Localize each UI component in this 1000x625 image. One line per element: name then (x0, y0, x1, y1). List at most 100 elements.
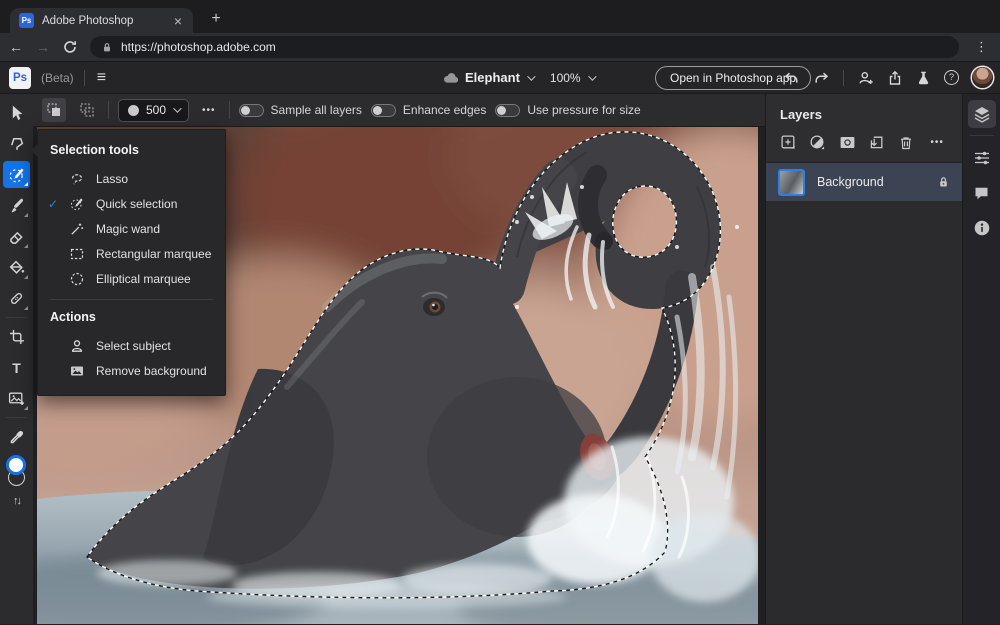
info-rail-icon[interactable] (968, 214, 996, 242)
layers-more-icon[interactable]: ••• (926, 137, 948, 148)
new-layer-icon[interactable] (780, 134, 797, 151)
add-image-tool[interactable] (3, 385, 30, 412)
brush-tool[interactable] (3, 192, 30, 219)
type-tool[interactable]: T (3, 354, 30, 381)
quick-selection-tool[interactable] (3, 161, 30, 188)
fill-tool[interactable] (3, 254, 30, 281)
new-tab-button[interactable]: + (206, 9, 226, 29)
browser-address-bar: ← → https://photoshop.adobe.com ⋮ (0, 33, 1000, 62)
foreground-color-well[interactable] (6, 455, 26, 475)
browser-menu-icon[interactable]: ⋮ (972, 39, 991, 55)
lasso-icon (69, 171, 96, 187)
refresh-icon[interactable] (63, 40, 77, 54)
chevron-down-icon (587, 71, 597, 81)
brush-tip-icon (128, 104, 139, 116)
rectangular-marquee-icon (69, 246, 96, 262)
check-icon: ✓ (48, 196, 59, 211)
lasso-tool[interactable] (3, 130, 30, 157)
divider (83, 69, 85, 86)
quick-selection-icon (69, 196, 96, 212)
crop-tool[interactable] (3, 323, 30, 350)
tab-close-icon[interactable]: × (172, 14, 184, 28)
document-selector[interactable]: Elephant 100% (441, 70, 597, 85)
tab-title: Adobe Photoshop (42, 14, 134, 27)
beaker-icon[interactable] (916, 70, 931, 86)
redo-icon[interactable] (813, 70, 830, 86)
menu-item-magic-wand[interactable]: Magic wand (38, 216, 225, 241)
document-name: Elephant (465, 70, 520, 85)
flyout-title: Selection tools (50, 143, 139, 157)
healing-tool[interactable] (3, 285, 30, 312)
tool-bar: T ↑↓ (0, 94, 33, 624)
layers-panel-title: Layers (780, 107, 822, 122)
menu-item-lasso[interactable]: Lasso (38, 166, 225, 191)
layer-name: Background (817, 175, 884, 189)
flyout-indicator (24, 244, 28, 248)
comments-rail-icon[interactable] (968, 179, 996, 207)
select-subject-icon (69, 338, 96, 354)
toggle-track[interactable] (495, 103, 521, 117)
enhance-edges-toggle[interactable]: Enhance edges (370, 103, 486, 117)
add-to-selection-icon[interactable] (42, 98, 66, 122)
subtract-from-selection-icon[interactable] (75, 98, 99, 122)
flyout-indicator (24, 406, 28, 410)
arrange-layer-icon[interactable] (868, 134, 885, 151)
divider (228, 101, 230, 119)
url-field[interactable]: https://photoshop.adobe.com (90, 36, 959, 58)
toggle-track[interactable] (238, 103, 264, 117)
brush-size-value: 500 (146, 103, 167, 117)
invite-people-icon[interactable] (857, 70, 874, 86)
menu-separator (50, 299, 213, 300)
menu-item-select-subject[interactable]: Select subject (38, 333, 225, 358)
move-tool[interactable] (3, 99, 30, 126)
undo-icon[interactable] (783, 70, 800, 86)
layers-panel: Layers ••• Background (765, 94, 962, 624)
app-header: Ps (Beta) ≡ Elephant 100% Open in Photos… (0, 62, 1000, 94)
adjustment-layer-icon[interactable] (809, 134, 826, 151)
eraser-tool[interactable] (3, 223, 30, 250)
sample-all-layers-toggle[interactable]: Sample all layers (238, 103, 362, 117)
layers-actions: ••• (766, 133, 962, 162)
zoom-level: 100% (549, 70, 581, 85)
layers-rail-icon[interactable] (967, 100, 996, 128)
layer-row-background[interactable]: Background (766, 163, 962, 201)
menu-item-quick-selection[interactable]: ✓ Quick selection (38, 191, 225, 216)
swap-colors-icon[interactable]: ↑↓ (3, 492, 30, 510)
selection-tools-flyout: Selection tools Lasso ✓ Quick selection … (37, 129, 226, 396)
color-wells[interactable] (3, 455, 30, 489)
flyout-indicator (24, 213, 28, 217)
adjustments-rail-icon[interactable] (968, 144, 996, 172)
magic-wand-icon (69, 221, 96, 237)
delete-layer-icon[interactable] (898, 135, 914, 151)
chevron-down-icon (527, 71, 536, 81)
use-pressure-toggle[interactable]: Use pressure for size (495, 103, 641, 117)
toolbar-separator (6, 417, 27, 418)
more-options-icon[interactable]: ••• (198, 105, 220, 116)
help-icon[interactable]: ? (944, 70, 959, 85)
photoshop-logo: Ps (9, 66, 31, 89)
forward-icon[interactable]: → (36, 40, 50, 54)
layer-lock-icon[interactable] (937, 175, 950, 189)
browser-tab-strip: Ps Adobe Photoshop × + (0, 0, 1000, 33)
url-text: https://photoshop.adobe.com (121, 40, 276, 54)
layer-thumbnail[interactable] (778, 168, 805, 196)
eyedropper-tool[interactable] (3, 423, 30, 450)
menu-item-rectangular-marquee[interactable]: Rectangular marquee (38, 241, 225, 266)
flyout-indicator (24, 306, 28, 310)
hamburger-menu-icon[interactable]: ≡ (95, 69, 108, 86)
flyout-indicator (24, 182, 28, 186)
actions-title: Actions (50, 310, 96, 324)
canvas-column: 500 ••• Sample all layers Enhance edges … (33, 94, 765, 624)
browser-tab[interactable]: Ps Adobe Photoshop × (10, 8, 193, 33)
user-avatar[interactable] (972, 67, 993, 88)
back-icon[interactable]: ← (9, 40, 23, 54)
divider (843, 69, 844, 86)
layer-mask-icon[interactable] (839, 134, 856, 151)
brush-size-dropdown[interactable]: 500 (118, 98, 190, 122)
lock-icon (104, 42, 110, 51)
menu-item-remove-background[interactable]: Remove background (38, 358, 225, 383)
share-icon[interactable] (887, 70, 903, 86)
toggle-track[interactable] (370, 103, 396, 117)
menu-item-elliptical-marquee[interactable]: Elliptical marquee (38, 266, 225, 291)
elliptical-marquee-icon (69, 271, 96, 287)
